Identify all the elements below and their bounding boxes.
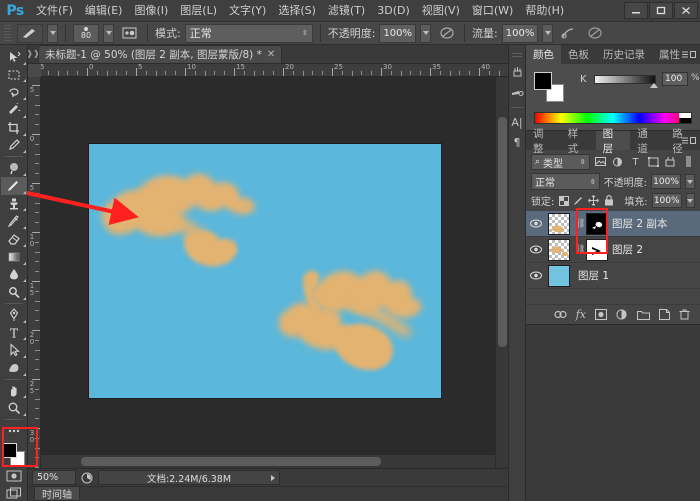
ruler-corner[interactable] <box>28 64 41 77</box>
annotation-arrow <box>0 0 700 501</box>
red-arrow-line <box>27 193 133 216</box>
color-panel-foreground-swatch[interactable] <box>534 72 552 90</box>
photoshop-window: Ps 文件(F) 编辑(E) 图像(I) 图层(L) 文字(Y) 选择(S) 滤… <box>0 0 700 501</box>
